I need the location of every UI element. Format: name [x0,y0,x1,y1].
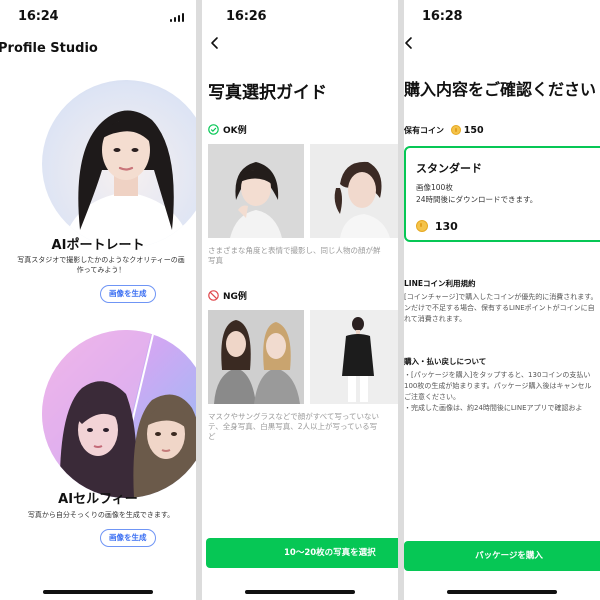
back-chevron-icon[interactable] [208,36,222,50]
ai-portrait-title: AIポートレート [51,238,145,253]
coin-terms-line: ンだけで不足する場合、保有するLINEポイントがコインに自 [404,304,595,312]
ai-selfie-sample-image[interactable] [42,330,196,498]
refund-heading: 購入・払い戻しについて [404,357,487,366]
package-option-standard[interactable]: スタンダード 画像100枚 24時間後にダウンロードできます。 130 [404,146,600,242]
app-title: Profile Studio [0,41,98,56]
coin-balance: 保有コイン 150 [404,125,484,136]
ng-example-caption-line: ど [208,432,216,441]
select-photos-button[interactable]: 10〜20枚の写真を選択 [206,538,398,568]
ng-example-label: NG例 [223,292,247,302]
ok-example-photo-2 [310,144,398,238]
package-name: スタンダード [416,162,482,175]
home-indicator [43,590,153,594]
coin-terms-line: れて消費されます。 [404,315,467,323]
coin-terms-heading: LINEコイン利用規約 [404,279,476,288]
package-price: 130 [416,220,458,233]
refund-body: ・[パッケージを購入]をタップすると、130コインの支払い 100枚の生成が始ま… [404,370,600,414]
refund-line: ・[パッケージを購入]をタップすると、130コインの支払い [404,371,591,379]
status-time: 16:28 [422,9,463,24]
signal-icon [170,12,184,22]
status-time: 16:24 [18,9,59,24]
ng-example-caption-line: テ、全身写真、白黒写真、2人以上が写っている写 [208,422,378,431]
coin-terms-body: [コインチャージ]で購入したコインが優先的に消費されます。 ンだけで不足する場合… [404,292,600,325]
ng-example-caption-line: マスクやサングラスなどで顔がすべて写っていない [208,412,379,421]
coin-icon [416,220,428,232]
package-delivery-note: 24時間後にダウンロードできます。 [416,195,538,204]
refund-line: ・完成した画像は、約24時間後にLINEアプリで確認およ [404,404,583,412]
status-bar: 16:26 [202,0,398,30]
package-image-count: 画像100枚 [416,183,453,192]
ai-selfie-generate-button[interactable]: 画像を生成 [100,529,156,547]
ai-portrait-description-line: 作ってみよう！ [76,266,126,274]
ng-example-photo-2 [310,310,398,404]
ok-example-caption-line: さまざまな角度と表情で撮影し、同じ人物の顔が鮮 [208,246,381,255]
status-time: 16:26 [226,9,267,24]
page-title: 写真選択ガイド [208,83,327,103]
ok-example-label: OK例 [223,126,247,136]
coin-terms-line: [コインチャージ]で購入したコインが優先的に消費されます。 [404,293,598,301]
ai-portrait-description-line: 写真スタジオで撮影したかのようなクオリティーの画 [17,256,185,264]
back-chevron-icon[interactable] [404,36,416,50]
refund-line: 100枚の生成が始まります。パッケージ購入後はキャンセル [404,382,592,390]
ng-example-heading: NG例 [208,290,247,304]
ai-portrait-generate-button[interactable]: 画像を生成 [100,285,156,303]
coin-icon [450,125,461,135]
ai-selfie-description: 写真から自分そっくりの画像を生成できます。 [27,511,175,519]
ok-example-caption: さまざまな角度と表情で撮影し、同じ人物の顔が鮮 写真 [208,246,398,266]
home-indicator [447,590,557,594]
ok-example-photo-1 [208,144,304,238]
package-price-value: 130 [434,220,458,233]
ok-example-caption-line: 写真 [208,256,223,265]
status-bar: 16:28 [404,0,600,30]
screen-photo-guide: 16:26 写真選択ガイド OK例 さまざまな角度と表情で撮影し、同じ人物の顔が… [202,0,398,600]
ok-example-heading: OK例 [208,124,247,138]
ok-check-icon [208,124,219,135]
refund-line: ご注意ください。 [404,393,460,401]
ai-selfie-title: AIセルフィー [58,492,138,507]
coin-balance-label: 保有コイン [404,126,444,135]
page-title: 購入内容をご確認ください [404,80,597,99]
screen-ai-styles: 16:24 Profile Studio AIポートレート 写真スタジオで撮影し… [0,0,196,600]
screen-purchase-confirm: 16:28 購入内容をご確認ください 保有コイン 150 スタンダード 画像10… [404,0,600,600]
ng-example-caption: マスクやサングラスなどで顔がすべて写っていない テ、全身写真、白黒写真、2人以上… [208,412,398,442]
home-indicator [245,590,355,594]
ng-example-photo-1 [208,310,304,404]
status-bar: 16:24 [0,0,196,30]
ng-prohibited-icon [208,290,219,301]
ai-portrait-sample-image[interactable] [42,80,196,248]
ai-portrait-description: 写真スタジオで撮影したかのようなクオリティーの画 作ってみよう！ [6,255,196,275]
coin-balance-value: 150 [463,125,484,136]
buy-package-button[interactable]: パッケージを購入 [404,541,600,571]
